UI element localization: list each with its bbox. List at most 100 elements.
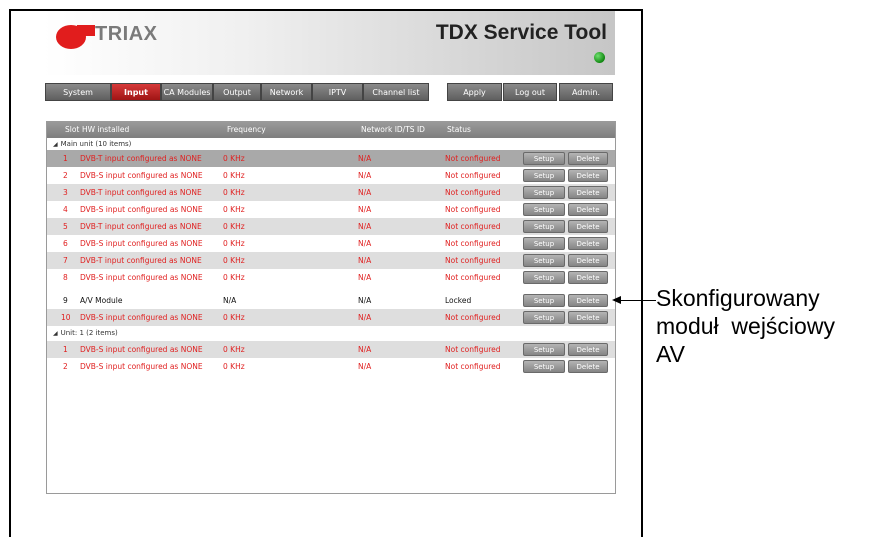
group-label: Unit: 1 (2 items) <box>60 329 118 337</box>
col-network-id: Network ID/TS ID <box>361 125 425 134</box>
table-row[interactable]: 4 DVB-S input configured as NONE 0 KHz N… <box>47 201 615 218</box>
setup-button[interactable]: Setup <box>523 220 565 233</box>
callout-annotation: Skonfigurowany moduł wejściowy AV <box>656 284 870 368</box>
table-row[interactable]: 2 DVB-S input configured as NONE 0 KHz N… <box>47 358 615 375</box>
table-row[interactable]: 10 DVB-S input configured as NONE 0 KHz … <box>47 309 615 326</box>
tab-channel-list[interactable]: Channel list <box>363 83 429 101</box>
network-cell: N/A <box>358 205 372 214</box>
setup-button[interactable]: Setup <box>523 294 565 307</box>
page-title: TDX Service Tool <box>435 21 607 44</box>
status-cell: Not configured <box>445 171 501 180</box>
table-row[interactable]: 3 DVB-T input configured as NONE 0 KHz N… <box>47 184 615 201</box>
slot-cell: 9 <box>63 296 68 305</box>
apply-button[interactable]: Apply <box>447 83 502 101</box>
callout-line-2: moduł wejściowy <box>656 313 835 339</box>
status-cell: Not configured <box>445 188 501 197</box>
tab-iptv[interactable]: IPTV <box>312 83 363 101</box>
setup-button[interactable]: Setup <box>523 169 565 182</box>
slot-cell: 1 <box>63 154 68 163</box>
hw-cell: DVB-S input configured as NONE <box>80 239 203 248</box>
slot-cell: 2 <box>63 171 68 180</box>
slot-cell: 4 <box>63 205 68 214</box>
table-row[interactable]: 2 DVB-S input configured as NONE 0 KHz N… <box>47 167 615 184</box>
network-cell: N/A <box>358 256 372 265</box>
col-status: Status <box>447 125 471 134</box>
tab-output[interactable]: Output <box>213 83 261 101</box>
group-main-unit[interactable]: ◢ Main unit (10 items) <box>47 139 615 149</box>
status-cell: Not configured <box>445 222 501 231</box>
group-unit-1[interactable]: ◢ Unit: 1 (2 items) <box>47 328 615 338</box>
setup-button[interactable]: Setup <box>523 152 565 165</box>
col-slot: Slot <box>65 125 80 134</box>
frequency-cell: 0 KHz <box>223 313 245 322</box>
tab-ca-modules[interactable]: CA Modules <box>161 83 213 101</box>
logout-button[interactable]: Log out <box>503 83 557 101</box>
hw-cell: DVB-T input configured as NONE <box>80 154 202 163</box>
frequency-cell: 0 KHz <box>223 345 245 354</box>
brand-name: TRIAX <box>95 23 158 45</box>
admin-button[interactable]: Admin. <box>559 83 613 101</box>
delete-button[interactable]: Delete <box>568 254 608 267</box>
frequency-cell: 0 KHz <box>223 239 245 248</box>
status-cell: Locked <box>445 296 472 305</box>
network-cell: N/A <box>358 345 372 354</box>
arrow-left-icon <box>612 296 621 304</box>
delete-button[interactable]: Delete <box>568 152 608 165</box>
table-row[interactable]: 7 DVB-T input configured as NONE 0 KHz N… <box>47 252 615 269</box>
table-row[interactable]: 1 DVB-T input configured as NONE 0 KHz N… <box>47 150 615 167</box>
slot-cell: 2 <box>63 362 68 371</box>
delete-button[interactable]: Delete <box>568 271 608 284</box>
setup-button[interactable]: Setup <box>523 343 565 356</box>
group-label: Main unit (10 items) <box>60 140 132 148</box>
setup-button[interactable]: Setup <box>523 271 565 284</box>
frequency-cell: 0 KHz <box>223 171 245 180</box>
network-cell: N/A <box>358 222 372 231</box>
delete-button[interactable]: Delete <box>568 237 608 250</box>
network-cell: N/A <box>358 296 372 305</box>
hw-cell: DVB-T input configured as NONE <box>80 222 202 231</box>
hw-cell: DVB-T input configured as NONE <box>80 256 202 265</box>
slot-cell: 6 <box>63 239 68 248</box>
delete-button[interactable]: Delete <box>568 220 608 233</box>
slot-cell: 8 <box>63 273 68 282</box>
setup-button[interactable]: Setup <box>523 311 565 324</box>
input-table: Slot HW installed Frequency Network ID/T… <box>46 121 616 494</box>
col-frequency: Frequency <box>227 125 266 134</box>
delete-button[interactable]: Delete <box>568 360 608 373</box>
table-row[interactable]: 5 DVB-T input configured as NONE 0 KHz N… <box>47 218 615 235</box>
delete-button[interactable]: Delete <box>568 311 608 324</box>
app-header: TRIAX TDX Service Tool <box>43 11 615 75</box>
triax-logo-icon <box>56 25 95 49</box>
delete-button[interactable]: Delete <box>568 343 608 356</box>
tab-system[interactable]: System <box>45 83 111 101</box>
hw-cell: DVB-S input configured as NONE <box>80 313 203 322</box>
setup-button[interactable]: Setup <box>523 203 565 216</box>
status-cell: Not configured <box>445 313 501 322</box>
table-row-av-module[interactable]: 9 A/V Module N/A N/A Locked Setup Delete <box>47 292 615 309</box>
setup-button[interactable]: Setup <box>523 360 565 373</box>
network-cell: N/A <box>358 313 372 322</box>
col-hw-installed: HW installed <box>82 125 130 134</box>
frequency-cell: 0 KHz <box>223 154 245 163</box>
status-cell: Not configured <box>445 273 501 282</box>
setup-button[interactable]: Setup <box>523 254 565 267</box>
network-cell: N/A <box>358 188 372 197</box>
network-cell: N/A <box>358 239 372 248</box>
callout-line <box>616 300 656 301</box>
delete-button[interactable]: Delete <box>568 169 608 182</box>
setup-button[interactable]: Setup <box>523 237 565 250</box>
triax-logo: TRIAX <box>55 19 158 51</box>
table-row[interactable]: 8 DVB-S input configured as NONE 0 KHz N… <box>47 269 615 286</box>
status-cell: Not configured <box>445 239 501 248</box>
frequency-cell: 0 KHz <box>223 256 245 265</box>
setup-button[interactable]: Setup <box>523 186 565 199</box>
delete-button[interactable]: Delete <box>568 294 608 307</box>
delete-button[interactable]: Delete <box>568 203 608 216</box>
table-row[interactable]: 1 DVB-S input configured as NONE 0 KHz N… <box>47 341 615 358</box>
tab-network[interactable]: Network <box>261 83 312 101</box>
table-row[interactable]: 6 DVB-S input configured as NONE 0 KHz N… <box>47 235 615 252</box>
delete-button[interactable]: Delete <box>568 186 608 199</box>
callout-line-3: AV <box>656 341 685 367</box>
tab-input[interactable]: Input <box>111 83 161 101</box>
network-cell: N/A <box>358 171 372 180</box>
